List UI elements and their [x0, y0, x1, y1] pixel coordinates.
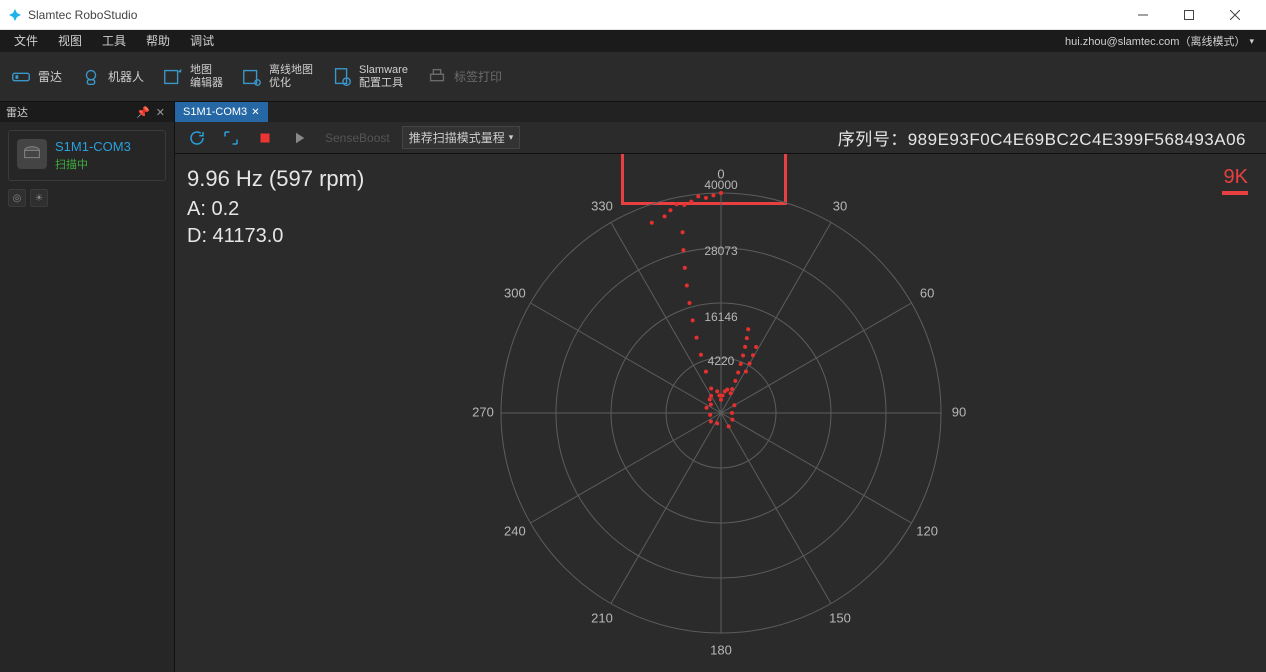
menubar: 文件 视图 工具 帮助 调试 hui.zhou@slamtec.com（离线模式… [0, 30, 1266, 52]
close-icon[interactable]: ✕ [251, 107, 259, 118]
doc-tab-label: S1M1-COM3 [183, 106, 247, 118]
scanmode-combo-label: 推荐扫描模式量程 [409, 129, 505, 146]
side-micro-toolbar: ◎ ☀ [0, 189, 174, 215]
close-button[interactable] [1212, 0, 1258, 30]
svg-text:16146: 16146 [704, 310, 738, 324]
serial-prefix: 序列号： [838, 130, 908, 149]
stop-button[interactable] [251, 125, 279, 151]
close-icon[interactable]: ✕ [153, 106, 168, 119]
offline-map-icon [241, 66, 263, 88]
ribbon-lidar[interactable]: 雷达 [10, 66, 62, 88]
ribbon-map-l1: 地图 [190, 64, 223, 77]
svg-text:270: 270 [472, 404, 494, 419]
ribbon-robot[interactable]: 机器人 [80, 66, 144, 88]
ribbon-offline-map[interactable]: 离线地图优化 [241, 64, 313, 90]
doc-tab-s1m1[interactable]: S1M1-COM3 ✕ [175, 102, 268, 122]
micro-target-button[interactable]: ◎ [8, 189, 26, 207]
titlebar: Slamtec RoboStudio [0, 0, 1266, 30]
ribbon-toolbar: 雷达 机器人 地图编辑器 离线地图优化 Slamware配置工具 标签打印 [0, 52, 1266, 102]
polar-chart: 0306090120150180210240270300330422016146… [441, 154, 1001, 672]
menu-view[interactable]: 视图 [48, 30, 92, 52]
svg-text:28073: 28073 [704, 244, 738, 258]
svg-text:210: 210 [591, 611, 613, 626]
doc-tabs: S1M1-COM3 ✕ [175, 102, 1266, 122]
device-status: 扫描中 [55, 156, 131, 172]
play-button[interactable] [285, 125, 313, 151]
svg-text:240: 240 [504, 523, 526, 538]
side-panel: 雷达 📌 ✕ S1M1-COM3 扫描中 ◎ ☀ [0, 102, 175, 672]
lidar-icon [10, 66, 32, 88]
menu-help[interactable]: 帮助 [136, 30, 180, 52]
scale-badge: 9K [1222, 166, 1248, 195]
printer-icon [426, 66, 448, 88]
scale-bar-icon [1222, 191, 1248, 195]
stats-readout: 9.96 Hz (597 rpm) A: 0.2 D: 41173.0 [187, 166, 364, 252]
crop-button[interactable] [217, 125, 245, 151]
ribbon-slamware-l1: Slamware [359, 64, 408, 77]
robot-icon [80, 66, 102, 88]
svg-text:150: 150 [829, 611, 851, 626]
device-name: S1M1-COM3 [55, 139, 131, 154]
main-panel: S1M1-COM3 ✕ SenseBoost 推荐扫描模式量程 ▾ 序列号：98… [175, 102, 1266, 672]
refresh-button[interactable] [183, 125, 211, 151]
app-logo-icon [8, 8, 22, 22]
window-title: Slamtec RoboStudio [28, 8, 137, 22]
pin-icon[interactable]: 📌 [133, 106, 153, 119]
ribbon-offline-l2: 优化 [269, 77, 313, 90]
svg-text:30: 30 [832, 198, 846, 213]
device-icon [17, 139, 47, 169]
ribbon-offline-l1: 离线地图 [269, 64, 313, 77]
svg-text:90: 90 [951, 404, 965, 419]
svg-text:180: 180 [710, 642, 732, 657]
chevron-down-icon: ▾ [1249, 36, 1254, 47]
menu-debug[interactable]: 调试 [180, 30, 224, 52]
device-card[interactable]: S1M1-COM3 扫描中 [8, 130, 166, 181]
stats-angle: A: 0.2 [187, 198, 364, 221]
ribbon-label-print[interactable]: 标签打印 [426, 66, 502, 88]
stats-distance: D: 41173.0 [187, 225, 364, 248]
ribbon-slamware-l2: 配置工具 [359, 77, 408, 90]
user-status-label: hui.zhou@slamtec.com（离线模式） [1065, 33, 1246, 49]
user-status-dropdown[interactable]: hui.zhou@slamtec.com（离线模式） ▾ [1065, 33, 1262, 49]
svg-text:60: 60 [919, 285, 933, 300]
senseboost-label: SenseBoost [319, 131, 396, 145]
document-gear-icon [331, 66, 353, 88]
scale-badge-label: 9K [1222, 166, 1248, 189]
scanmode-combo[interactable]: 推荐扫描模式量程 ▾ [402, 126, 521, 149]
ribbon-slamware-config[interactable]: Slamware配置工具 [331, 64, 408, 90]
maximize-button[interactable] [1166, 0, 1212, 30]
svg-text:4220: 4220 [707, 354, 734, 368]
lidar-viewport[interactable]: 9.96 Hz (597 rpm) A: 0.2 D: 41173.0 9K 0… [175, 154, 1266, 672]
ribbon-map-editor[interactable]: 地图编辑器 [162, 64, 223, 90]
ribbon-lidar-label: 雷达 [38, 68, 62, 85]
menu-file[interactable]: 文件 [4, 30, 48, 52]
minimize-button[interactable] [1120, 0, 1166, 30]
side-panel-title: 雷达 [6, 104, 28, 120]
inner-toolbar: SenseBoost 推荐扫描模式量程 ▾ 序列号：989E93F0C4E69B… [175, 122, 1266, 154]
ribbon-map-l2: 编辑器 [190, 77, 223, 90]
map-editor-icon [162, 66, 184, 88]
serial-number: 序列号：989E93F0C4E69BC2C4E399F568493A06 [838, 125, 1258, 150]
ribbon-label-print-label: 标签打印 [454, 68, 502, 85]
serial-value: 989E93F0C4E69BC2C4E399F568493A06 [908, 130, 1246, 149]
stats-frequency: 9.96 Hz (597 rpm) [187, 166, 364, 192]
svg-text:120: 120 [916, 523, 938, 538]
svg-text:40000: 40000 [704, 178, 738, 192]
ribbon-robot-label: 机器人 [108, 68, 144, 85]
svg-text:300: 300 [504, 285, 526, 300]
menu-tools[interactable]: 工具 [92, 30, 136, 52]
svg-text:330: 330 [591, 198, 613, 213]
chevron-down-icon: ▾ [509, 132, 514, 143]
micro-sun-button[interactable]: ☀ [30, 189, 48, 207]
